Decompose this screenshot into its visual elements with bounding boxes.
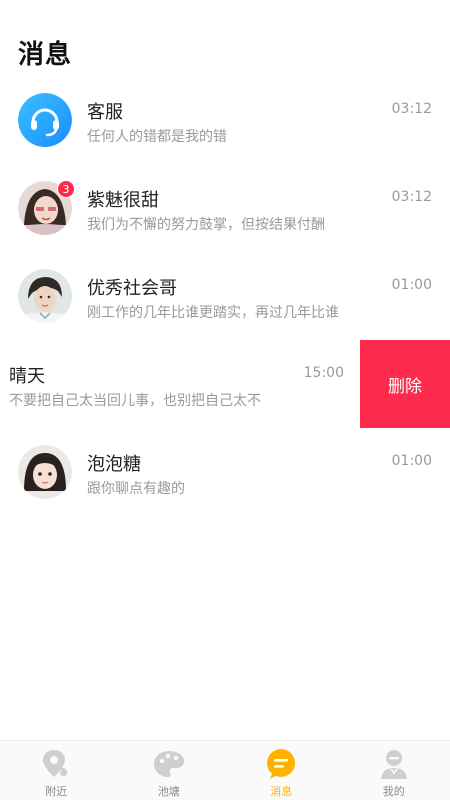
messages-page: 消息 客服 任何人的错都是我的错 03:12 3 紫魅很甜 我们为不懈的努力鼓掌… [0, 0, 450, 800]
swiped-row-content[interactable]: 晴天 不要把自己太当回儿事，也别把自己太不 15:00 [0, 340, 372, 428]
conversation-row[interactable]: 3 紫魅很甜 我们为不懈的努力鼓掌，但按结果付酬 03:12 [0, 164, 450, 252]
tab-label: 我的 [382, 785, 405, 798]
conversation-time: 01:00 [391, 277, 432, 293]
conversation-name: 客服 [87, 102, 123, 123]
conversation-time: 03:12 [391, 101, 432, 117]
conversation-preview: 我们为不懈的努力鼓掌，但按结果付酬 [87, 217, 325, 233]
tab-messages[interactable]: 消息 [225, 741, 338, 800]
conversation-row-swiped[interactable]: 晴天 不要把自己太当回儿事，也别把自己太不 15:00 删除 [0, 340, 450, 428]
profile-icon [380, 750, 407, 779]
avatar [18, 269, 72, 323]
conversation-preview: 刚工作的几年比谁更踏实，再过几年比谁 [87, 305, 339, 321]
conversation-name: 优秀社会哥 [87, 278, 177, 299]
user-photo [18, 445, 72, 499]
palette-icon [153, 751, 184, 777]
conversation-name: 晴天 [9, 366, 45, 387]
avatar [18, 93, 72, 147]
conversation-row[interactable]: 优秀社会哥 刚工作的几年比谁更踏实，再过几年比谁 01:00 [0, 252, 450, 340]
tab-mine[interactable]: 我的 [338, 741, 450, 800]
tab-bar: 附近 池塘 消息 我的 [0, 740, 450, 800]
conversation-time: 01:00 [391, 453, 432, 469]
user-photo [18, 269, 72, 323]
unread-badge: 3 [57, 180, 75, 198]
conversation-name: 泡泡糖 [87, 454, 141, 475]
delete-button[interactable]: 删除 [360, 340, 450, 428]
conversation-preview: 任何人的错都是我的错 [87, 129, 227, 145]
tab-label: 池塘 [157, 785, 180, 798]
chat-bubble-icon [267, 749, 296, 779]
page-title: 消息 [18, 40, 73, 70]
conversation-list: 客服 任何人的错都是我的错 03:12 3 紫魅很甜 我们为不懈的努力鼓掌，但按… [0, 76, 450, 516]
conversation-row[interactable]: 泡泡糖 跟你聊点有趣的 01:00 [0, 428, 450, 516]
conversation-time: 03:12 [391, 189, 432, 205]
conversation-row-service[interactable]: 客服 任何人的错都是我的错 03:12 [0, 76, 450, 164]
tab-pond[interactable]: 池塘 [113, 741, 226, 800]
tab-label: 附近 [45, 785, 68, 798]
conversation-preview: 跟你聊点有趣的 [87, 481, 185, 497]
conversation-time: 15:00 [303, 365, 344, 381]
conversation-name: 紫魅很甜 [87, 190, 159, 211]
tab-label: 消息 [270, 785, 293, 798]
tab-nearby[interactable]: 附近 [0, 741, 113, 800]
headset-icon [18, 93, 72, 147]
avatar [18, 445, 72, 499]
location-pin-icon [43, 750, 68, 777]
conversation-preview: 不要把自己太当回儿事，也别把自己太不 [9, 393, 261, 409]
